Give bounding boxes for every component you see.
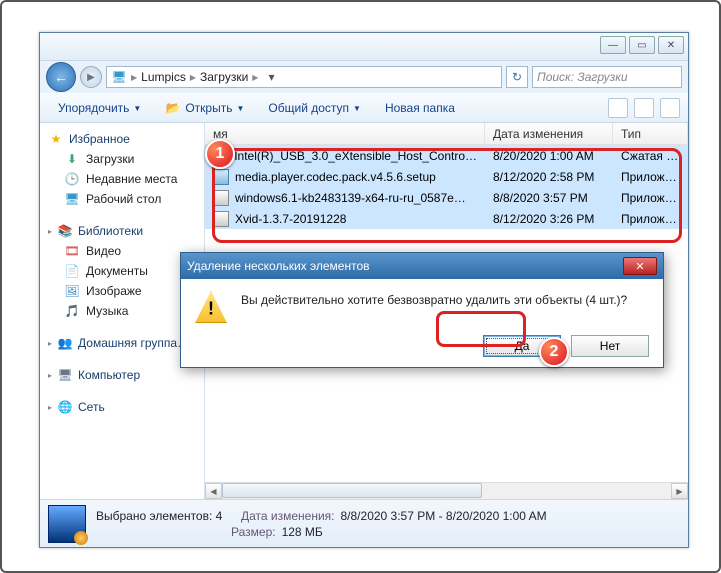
exe-icon bbox=[213, 190, 229, 206]
date-value: 8/8/2020 3:57 PM - 8/20/2020 1:00 AM bbox=[341, 509, 547, 523]
file-row[interactable]: media.player.codec.pack.v4.5.6.setup 8/1… bbox=[205, 166, 688, 187]
maximize-button[interactable]: ▭ bbox=[629, 36, 655, 54]
column-type[interactable]: Тип bbox=[613, 123, 688, 144]
dialog-title: Удаление нескольких элементов bbox=[187, 259, 370, 273]
sidebar-item-pictures[interactable]: 🖼Изображе bbox=[44, 281, 200, 301]
search-input[interactable]: Поиск: Загрузки bbox=[532, 66, 682, 88]
size-label: Размер: bbox=[231, 525, 276, 539]
help-button[interactable] bbox=[660, 98, 680, 118]
horizontal-scrollbar[interactable]: ◀ ▶ bbox=[205, 482, 688, 499]
address-bar[interactable]: 🖥 ▶ Lumpics ▶ Загрузки ▶ ▾ bbox=[106, 66, 502, 88]
scroll-right-button[interactable]: ▶ bbox=[671, 483, 688, 499]
forward-button[interactable]: ▶ bbox=[80, 66, 102, 88]
computer-icon: 🖥 bbox=[57, 367, 73, 383]
column-date[interactable]: Дата изменения bbox=[485, 123, 613, 144]
scroll-thumb[interactable] bbox=[222, 483, 482, 498]
no-button[interactable]: Нет bbox=[571, 335, 649, 357]
selection-title: Выбрано элементов: 4 bbox=[96, 509, 222, 523]
file-row[interactable]: Intel(R)_USB_3.0_eXtensible_Host_Contro…… bbox=[205, 145, 688, 166]
image-icon: 🖼 bbox=[64, 283, 80, 299]
scroll-left-button[interactable]: ◀ bbox=[205, 483, 222, 499]
libraries-icon: 📚 bbox=[57, 223, 73, 239]
chevron-down-icon: ▼ bbox=[236, 104, 244, 113]
view-mode-button[interactable] bbox=[608, 98, 628, 118]
sidebar-item-desktop[interactable]: 🖥Рабочий стол bbox=[44, 189, 200, 209]
sidebar-libraries[interactable]: ▸📚Библиотеки bbox=[44, 221, 200, 241]
open-icon: 📂 bbox=[165, 100, 181, 116]
annotation-badge-2: 2 bbox=[539, 337, 569, 367]
refresh-button[interactable]: ↻ bbox=[506, 66, 528, 88]
titlebar: — ▭ ✕ bbox=[40, 33, 688, 61]
exe-icon bbox=[213, 211, 229, 227]
star-icon: ★ bbox=[48, 131, 64, 147]
dialog-message: Вы действительно хотите безвозвратно уда… bbox=[241, 291, 627, 323]
sidebar-homegroup[interactable]: ▸👥Домашняя группа… bbox=[44, 333, 200, 353]
preview-pane-button[interactable] bbox=[634, 98, 654, 118]
exe-icon bbox=[213, 169, 229, 185]
chevron-down-icon: ▼ bbox=[133, 104, 141, 113]
annotation-badge-1: 1 bbox=[205, 139, 235, 169]
new-folder-button[interactable]: Новая папка bbox=[375, 97, 465, 119]
column-name[interactable]: мя bbox=[205, 123, 485, 144]
organize-button[interactable]: Упорядочить▼ bbox=[48, 97, 151, 119]
network-icon: 🌐 bbox=[57, 399, 73, 415]
back-button[interactable]: ← bbox=[46, 62, 76, 92]
open-button[interactable]: 📂Открыть▼ bbox=[155, 96, 254, 120]
chevron-right-icon: ▶ bbox=[131, 73, 137, 82]
desktop-icon: 🖥 bbox=[64, 191, 80, 207]
chevron-right-icon: ▶ bbox=[190, 73, 196, 82]
document-icon: 📄 bbox=[64, 263, 80, 279]
file-row[interactable]: Xvid-1.3.7-20191228 8/12/2020 3:26 PMПри… bbox=[205, 208, 688, 229]
search-placeholder: Поиск: Загрузки bbox=[537, 70, 628, 84]
address-dropdown[interactable]: ▾ bbox=[262, 70, 280, 84]
navbar: ← ▶ 🖥 ▶ Lumpics ▶ Загрузки ▶ ▾ ↻ Поиск: … bbox=[40, 61, 688, 93]
scroll-track[interactable] bbox=[222, 483, 671, 499]
column-headers: мя Дата изменения Тип bbox=[205, 123, 688, 145]
share-button[interactable]: Общий доступ▼ bbox=[258, 97, 371, 119]
close-button[interactable]: ✕ bbox=[658, 36, 684, 54]
recent-icon: 🕒 bbox=[64, 171, 80, 187]
file-row[interactable]: windows6.1-kb2483139-x64-ru-ru_0587e… 8/… bbox=[205, 187, 688, 208]
selection-icon bbox=[48, 505, 86, 543]
sidebar-item-recent[interactable]: 🕒Недавние места bbox=[44, 169, 200, 189]
sidebar-item-music[interactable]: 🎵Музыка bbox=[44, 301, 200, 321]
sidebar-item-documents[interactable]: 📄Документы bbox=[44, 261, 200, 281]
expand-icon: ▸ bbox=[48, 403, 52, 412]
homegroup-icon: 👥 bbox=[57, 335, 73, 351]
expand-icon: ▸ bbox=[48, 227, 52, 236]
sidebar-computer[interactable]: ▸🖥Компьютер bbox=[44, 365, 200, 385]
video-icon: 🎞 bbox=[64, 243, 80, 259]
date-label: Дата изменения: bbox=[241, 509, 335, 523]
expand-icon: ▸ bbox=[48, 371, 52, 380]
sidebar-favorites[interactable]: ★Избранное bbox=[44, 129, 200, 149]
download-icon: ⬇ bbox=[64, 151, 80, 167]
warning-icon: ! bbox=[195, 291, 227, 323]
chevron-right-icon: ▶ bbox=[252, 73, 258, 82]
details-pane: Выбрано элементов: 4 Дата изменения: 8/8… bbox=[40, 499, 688, 547]
dialog-close-button[interactable]: ✕ bbox=[623, 257, 657, 275]
minimize-button[interactable]: — bbox=[600, 36, 626, 54]
chevron-down-icon: ▼ bbox=[353, 104, 361, 113]
toolbar: Упорядочить▼ 📂Открыть▼ Общий доступ▼ Нов… bbox=[40, 93, 688, 123]
expand-icon: ▸ bbox=[48, 339, 52, 348]
computer-icon: 🖥 bbox=[111, 69, 127, 85]
breadcrumb-seg[interactable]: Загрузки bbox=[200, 70, 248, 84]
dialog-titlebar[interactable]: Удаление нескольких элементов ✕ bbox=[181, 253, 663, 279]
sidebar-item-videos[interactable]: 🎞Видео bbox=[44, 241, 200, 261]
sidebar-network[interactable]: ▸🌐Сеть bbox=[44, 397, 200, 417]
confirm-delete-dialog: Удаление нескольких элементов ✕ ! Вы дей… bbox=[180, 252, 664, 368]
sidebar-item-downloads[interactable]: ⬇Загрузки bbox=[44, 149, 200, 169]
breadcrumb-seg[interactable]: Lumpics bbox=[141, 70, 186, 84]
music-icon: 🎵 bbox=[64, 303, 80, 319]
size-value: 128 МБ bbox=[282, 525, 323, 539]
